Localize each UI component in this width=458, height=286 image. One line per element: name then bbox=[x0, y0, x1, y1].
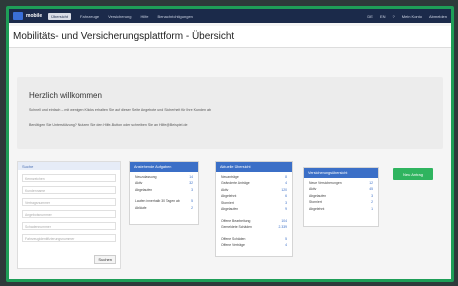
card-row[interactable]: Laufen innerhalb 30 Tagen ab 5 bbox=[130, 199, 198, 203]
insurance-card-title: Versicherungsübersicht bbox=[304, 168, 378, 178]
card-row[interactable]: Storniert 2 bbox=[304, 200, 378, 204]
card-row[interactable]: Aktiv 120 bbox=[216, 188, 292, 192]
offer-number-field[interactable]: Angebotsnummer bbox=[22, 210, 116, 218]
lang-de-link[interactable]: DE bbox=[367, 14, 373, 19]
account-link[interactable]: Mein Konto bbox=[402, 14, 422, 19]
app-logo[interactable]: mobile bbox=[13, 12, 42, 20]
welcome-text: Schnell und einfach – mit wenigen Klicks… bbox=[29, 108, 211, 112]
card-row[interactable]: Abgelehnt 6 bbox=[216, 194, 292, 198]
customer-name-field[interactable]: Kundenname bbox=[22, 186, 116, 194]
logo-text: mobile bbox=[26, 13, 43, 19]
logo-icon bbox=[13, 12, 23, 20]
lang-en-link[interactable]: EN bbox=[380, 14, 386, 19]
welcome-heading: Herzlich willkommen bbox=[29, 91, 102, 100]
welcome-panel: Herzlich willkommen Schnell und einfach … bbox=[17, 77, 443, 149]
card-row[interactable]: Neuzulassung 14 bbox=[130, 175, 198, 179]
page-title: Mobilitäts- und Versicherungsplattform -… bbox=[13, 31, 235, 42]
device-frame: mobile Übersicht Fahrzeuge Versicherung … bbox=[6, 6, 454, 282]
top-navigation-bar: mobile Übersicht Fahrzeuge Versicherung … bbox=[9, 9, 451, 23]
card-row[interactable]: Storniert 3 bbox=[216, 201, 292, 205]
overview-card[interactable]: Aktuelle Übersicht Neuanträge 8 Geänderte… bbox=[215, 161, 293, 257]
nav-item-vehicles[interactable]: Fahrzeuge bbox=[80, 14, 99, 19]
new-application-button[interactable]: Neu Antrag bbox=[393, 168, 433, 180]
nav-item-overview[interactable]: Übersicht bbox=[48, 12, 72, 20]
tasks-card[interactable]: Anstehende Aufgaben Neuzulassung 14 Aktiv… bbox=[129, 161, 199, 225]
search-button[interactable]: Suchen bbox=[94, 255, 116, 264]
insurance-card[interactable]: Versicherungsübersicht Neue Versicherung… bbox=[303, 167, 379, 227]
support-text: Benötigen Sie Unterstützung? Nutzen Sie … bbox=[29, 123, 188, 127]
card-row[interactable]: Offene Verträge 4 bbox=[216, 243, 292, 247]
card-row[interactable]: Aktiv 32 bbox=[130, 181, 198, 185]
search-form-heading: Suche bbox=[18, 162, 120, 170]
card-row[interactable]: Offene Schäden 5 bbox=[216, 237, 292, 241]
nav-item-insurance[interactable]: Versicherung bbox=[108, 14, 131, 19]
license-plate-field[interactable]: Kennzeichen bbox=[22, 174, 116, 182]
tasks-card-title: Anstehende Aufgaben bbox=[130, 162, 198, 172]
logout-link[interactable]: Abmelden bbox=[429, 14, 447, 19]
vin-field[interactable]: Fahrzeugidentifizierungsnummer bbox=[22, 234, 116, 242]
card-row[interactable]: Neue Versicherungen 12 bbox=[304, 181, 378, 185]
help-icon[interactable]: ? bbox=[393, 14, 395, 19]
contract-number-field[interactable]: Vertragsnummer bbox=[22, 198, 116, 206]
nav-item-notifications[interactable]: Benachrichtigungen bbox=[158, 14, 193, 19]
card-row[interactable]: Neuanträge 8 bbox=[216, 175, 292, 179]
topbar-right-group: DE EN ? Mein Konto Abmelden bbox=[360, 14, 447, 19]
search-form: Suche Kennzeichen Kundenname Vertragsnum… bbox=[17, 161, 121, 269]
claim-number-field[interactable]: Schadennummer bbox=[22, 222, 116, 230]
card-row[interactable]: Geänderte Anträge 4 bbox=[216, 181, 292, 185]
nav-item-help[interactable]: Hilfe bbox=[141, 14, 149, 19]
page-title-bar: Mobilitäts- und Versicherungsplattform -… bbox=[9, 26, 451, 48]
card-row[interactable]: Abläufe 2 bbox=[130, 206, 198, 210]
card-row[interactable]: Offene Bearbeitung 104 bbox=[216, 219, 292, 223]
card-row[interactable]: Abgelehnt 1 bbox=[304, 207, 378, 211]
card-row[interactable]: Aktiv 45 bbox=[304, 187, 378, 191]
card-row[interactable]: Abgelaufen 3 bbox=[304, 194, 378, 198]
app-screen: mobile Übersicht Fahrzeuge Versicherung … bbox=[9, 9, 451, 279]
overview-card-title: Aktuelle Übersicht bbox=[216, 162, 292, 172]
